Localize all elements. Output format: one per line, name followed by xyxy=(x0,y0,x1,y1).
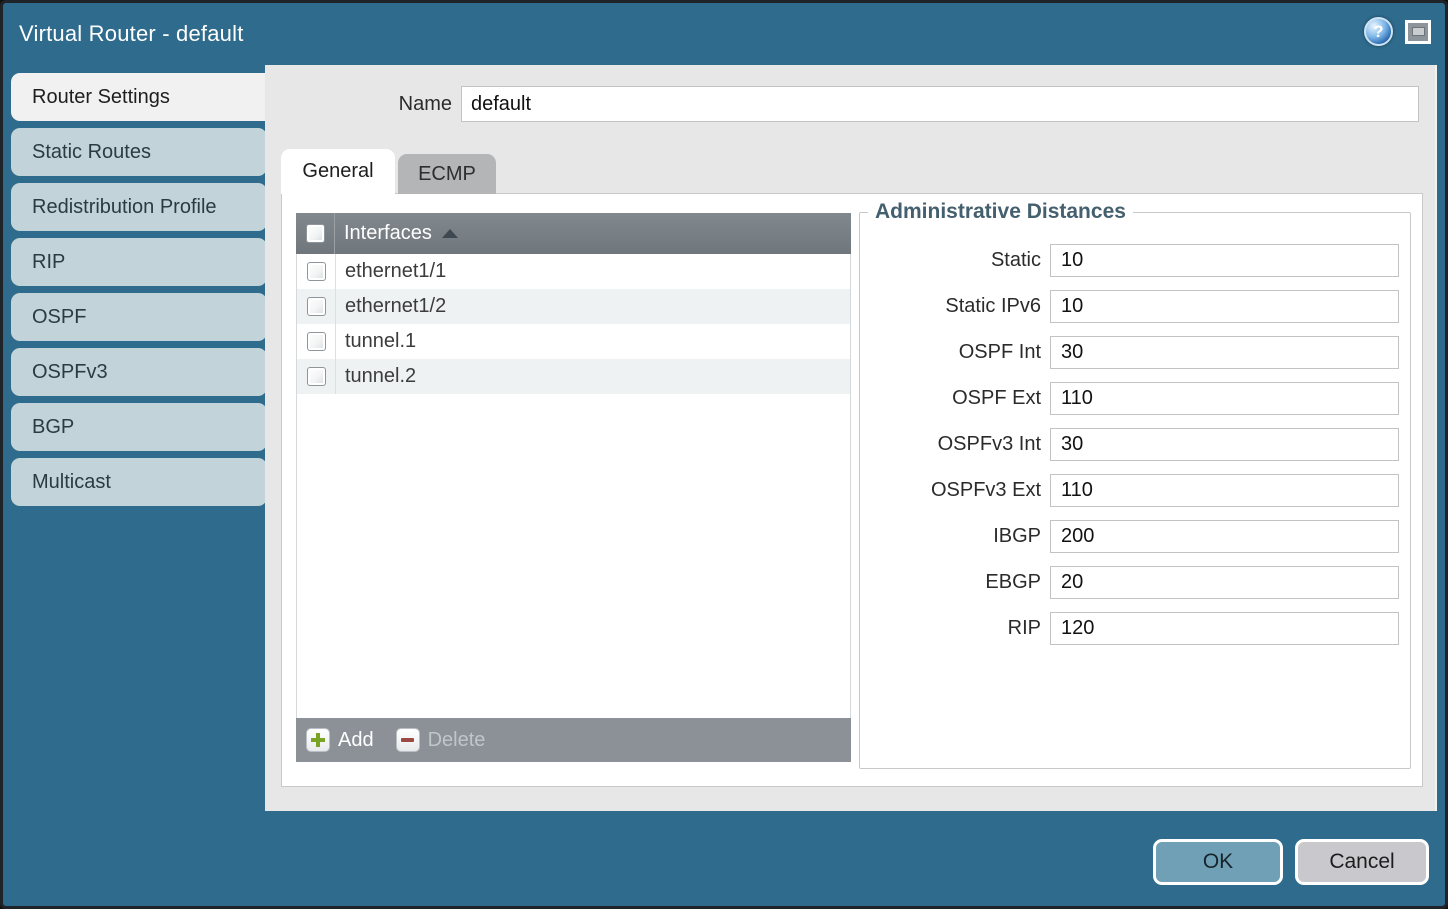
field-ebgp: EBGP xyxy=(860,565,1399,599)
tab-ecmp[interactable]: ECMP xyxy=(398,154,496,194)
field-ospf-int: OSPF Int xyxy=(860,335,1399,369)
ospf-ext-input[interactable] xyxy=(1050,382,1399,415)
restore-window-icon[interactable] xyxy=(1405,20,1431,44)
ebgp-input[interactable] xyxy=(1050,566,1399,599)
restore-window-icon-inner xyxy=(1412,27,1425,36)
sort-ascending-icon[interactable] xyxy=(442,229,458,238)
static-input[interactable] xyxy=(1050,244,1399,277)
row-checkbox[interactable] xyxy=(307,262,326,281)
virtual-router-dialog: Virtual Router - default ? Router Settin… xyxy=(0,0,1448,909)
administrative-distances-group: Administrative Distances Static Static I… xyxy=(859,212,1411,769)
ospf-int-label: OSPF Int xyxy=(860,341,1050,364)
name-row: Name xyxy=(265,86,1435,122)
ok-button[interactable]: OK xyxy=(1153,839,1283,885)
field-static-ipv6: Static IPv6 xyxy=(860,289,1399,323)
field-rip: RIP xyxy=(860,611,1399,645)
sidebar-item-multicast[interactable]: Multicast xyxy=(11,458,267,506)
interfaces-table-header[interactable]: Interfaces xyxy=(296,213,851,254)
row-checkbox[interactable] xyxy=(307,367,326,386)
ospfv3-int-label: OSPFv3 Int xyxy=(860,433,1050,456)
name-label: Name xyxy=(265,93,461,116)
tab-general[interactable]: General xyxy=(281,149,395,194)
delete-button-label: Delete xyxy=(428,729,486,752)
row-checkbox-cell xyxy=(297,289,336,324)
static-label: Static xyxy=(860,249,1050,272)
sidebar-item-redistribution-profile[interactable]: Redistribution Profile xyxy=(11,183,267,231)
row-checkbox-cell xyxy=(297,254,336,289)
title-bar-icons: ? xyxy=(1364,17,1431,46)
delete-icon xyxy=(396,728,420,752)
interface-name: ethernet1/1 xyxy=(345,260,446,283)
select-all-cell xyxy=(296,213,335,254)
ospfv3-ext-input[interactable] xyxy=(1050,474,1399,507)
interface-name: tunnel.2 xyxy=(345,365,416,388)
interfaces-table-footer: Add Delete xyxy=(296,718,851,762)
ospfv3-ext-label: OSPFv3 Ext xyxy=(860,479,1050,502)
administrative-distances-legend: Administrative Distances xyxy=(868,200,1133,224)
ospf-int-input[interactable] xyxy=(1050,336,1399,369)
interface-name: tunnel.1 xyxy=(345,330,416,353)
sidebar-item-bgp[interactable]: BGP xyxy=(11,403,267,451)
table-row[interactable]: tunnel.1 xyxy=(297,324,850,359)
table-row[interactable]: ethernet1/1 xyxy=(297,254,850,289)
help-icon[interactable]: ? xyxy=(1364,17,1393,46)
general-tab-panel: Interfaces ethernet1/1 ethernet xyxy=(281,193,1423,787)
field-ospfv3-ext: OSPFv3 Ext xyxy=(860,473,1399,507)
static-ipv6-input[interactable] xyxy=(1050,290,1399,323)
row-checkbox-cell xyxy=(297,359,336,394)
main-content: Name General ECMP Interfaces xyxy=(265,65,1437,811)
add-icon xyxy=(306,728,330,752)
field-static: Static xyxy=(860,243,1399,277)
sidebar: Router Settings Static Routes Redistribu… xyxy=(11,73,267,513)
ospfv3-int-input[interactable] xyxy=(1050,428,1399,461)
sidebar-item-static-routes[interactable]: Static Routes xyxy=(11,128,267,176)
ebgp-label: EBGP xyxy=(860,571,1050,594)
title-bar: Virtual Router - default ? xyxy=(3,3,1445,65)
rip-input[interactable] xyxy=(1050,612,1399,645)
add-button-label: Add xyxy=(338,729,374,752)
sidebar-item-ospf[interactable]: OSPF xyxy=(11,293,267,341)
field-ospfv3-int: OSPFv3 Int xyxy=(860,427,1399,461)
table-row[interactable]: ethernet1/2 xyxy=(297,289,850,324)
interfaces-table: Interfaces ethernet1/1 ethernet xyxy=(296,213,851,762)
add-button[interactable]: Add xyxy=(306,728,374,752)
rip-label: RIP xyxy=(860,617,1050,640)
cancel-button[interactable]: Cancel xyxy=(1295,839,1429,885)
name-input[interactable] xyxy=(461,86,1419,122)
administrative-distances-fields: Static Static IPv6 OSPF Int OSPF Ext xyxy=(860,213,1410,645)
interfaces-column-header[interactable]: Interfaces xyxy=(344,222,432,245)
field-ibgp: IBGP xyxy=(860,519,1399,553)
row-checkbox[interactable] xyxy=(307,332,326,351)
sidebar-item-router-settings[interactable]: Router Settings xyxy=(11,73,273,121)
row-checkbox-cell xyxy=(297,324,336,359)
tab-strip: General ECMP xyxy=(281,149,496,194)
ibgp-label: IBGP xyxy=(860,525,1050,548)
interface-name: ethernet1/2 xyxy=(345,295,446,318)
row-checkbox[interactable] xyxy=(307,297,326,316)
static-ipv6-label: Static IPv6 xyxy=(860,295,1050,318)
table-row[interactable]: tunnel.2 xyxy=(297,359,850,394)
sidebar-item-ospfv3[interactable]: OSPFv3 xyxy=(11,348,267,396)
sidebar-item-rip[interactable]: RIP xyxy=(11,238,267,286)
field-ospf-ext: OSPF Ext xyxy=(860,381,1399,415)
ibgp-input[interactable] xyxy=(1050,520,1399,553)
delete-button[interactable]: Delete xyxy=(396,728,486,752)
select-all-checkbox[interactable] xyxy=(306,224,325,243)
dialog-title: Virtual Router - default xyxy=(19,21,244,47)
interfaces-table-body: ethernet1/1 ethernet1/2 tunnel.1 xyxy=(296,254,851,718)
ospf-ext-label: OSPF Ext xyxy=(860,387,1050,410)
